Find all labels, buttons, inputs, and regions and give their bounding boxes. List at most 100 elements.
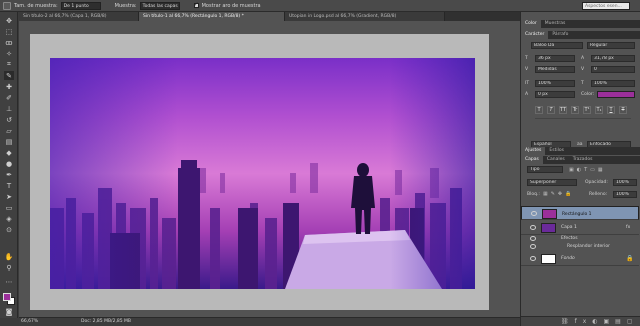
layers-panel-header: Capas Canales Trazados <box>521 156 640 164</box>
sample-label: Muestra: <box>114 2 137 9</box>
baseline-shift-field[interactable]: 0 px <box>535 91 575 98</box>
vertical-scale-icon: IT <box>525 81 530 86</box>
tab-character[interactable]: Carácter <box>521 31 549 39</box>
crop-tool-icon[interactable]: ⌗ <box>4 60 14 69</box>
quick-mask-icon[interactable]: ◙ <box>4 307 14 316</box>
filter-icons[interactable]: ▣◐T▭▦ <box>569 167 629 173</box>
photoshop-window: Tam. de muestra: De 1 punto Muestra: Tod… <box>0 0 640 326</box>
layer-thumbnail <box>542 209 557 219</box>
show-ring-checkbox[interactable] <box>193 1 199 8</box>
opentype-row <box>535 118 631 126</box>
blur-tool-icon[interactable]: ◆ <box>4 148 14 157</box>
brush-tool-icon[interactable]: ✐ <box>4 93 14 102</box>
visibility-eye-icon[interactable] <box>530 236 536 241</box>
3d-camera-tool-icon[interactable]: ⊙ <box>4 225 14 234</box>
visibility-eye-icon[interactable] <box>531 211 537 216</box>
layer-filter-select[interactable]: Tipo <box>527 166 563 173</box>
fx-icon[interactable]: fx <box>626 225 630 230</box>
visibility-eye-icon[interactable] <box>530 256 536 261</box>
font-size-field[interactable]: 36 px <box>535 55 575 62</box>
font-family-select[interactable]: Baloo Da <box>531 42 583 49</box>
history-brush-tool-icon[interactable]: ↺ <box>4 115 14 124</box>
font-style-select[interactable]: Regular <box>587 42 635 49</box>
tab-paragraph[interactable]: Párrafo <box>548 31 572 39</box>
zoom-tool-icon[interactable]: ⚲ <box>4 263 14 272</box>
color-panel-header: Color Muestras <box>521 20 640 28</box>
layer-row-rectangle-1[interactable]: Rectángulo 1 <box>521 206 639 220</box>
path-selection-tool-icon[interactable]: ➤ <box>4 192 14 201</box>
tracking-field[interactable]: 0 <box>591 66 635 73</box>
clone-stamp-tool-icon[interactable]: ⊥ <box>4 104 14 113</box>
visibility-eye-icon[interactable] <box>530 225 536 230</box>
city-sunset-artwork[interactable] <box>50 58 475 289</box>
fill-label: Relleno: <box>589 192 608 197</box>
superscript-button[interactable]: T¹ <box>583 106 591 114</box>
zoom-level[interactable]: 66,67% <box>21 318 38 326</box>
eyedropper-tool-icon[interactable]: ✎ <box>4 71 14 80</box>
tab-utopian-logo[interactable]: Utopian in Logo.psd al 66,7% (Gradient, … <box>285 12 445 21</box>
tab-styles[interactable]: Estilos <box>545 147 568 155</box>
faux-bold-button[interactable]: T <box>535 106 543 114</box>
layer-name: Fondo <box>561 256 575 261</box>
inner-glow-row[interactable]: Resplandor interior <box>521 243 639 251</box>
lasso-tool-icon[interactable]: ꝏ <box>4 38 14 47</box>
lock-label: Bloq.: <box>527 192 540 197</box>
lock-icons[interactable]: ▦✎✥🔒 <box>543 191 579 197</box>
tab-paths[interactable]: Trazados <box>569 156 597 164</box>
faux-italic-button[interactable]: T <box>547 106 555 114</box>
hand-tool-icon[interactable]: ✋ <box>4 252 14 261</box>
underline-button[interactable]: T <box>607 106 615 114</box>
tab-swatches[interactable]: Muestras <box>541 20 570 28</box>
effects-row[interactable]: Efectos <box>521 235 639 243</box>
eraser-tool-icon[interactable]: ▱ <box>4 126 14 135</box>
opacity-field[interactable]: 100% <box>613 179 637 186</box>
tab-label: Sin título-2 al 66,7% (Capa 1, RGB/8) <box>23 14 107 19</box>
tools-panel: ✥ ⬚ ꝏ ✧ ⌗ ✎ ✚ ✐ ⊥ ↺ ▱ ▤ ◆ ● ✒ T ➤ ▭ ◈ ⊙ … <box>0 12 18 318</box>
leading-field[interactable]: 31,78 px <box>591 55 635 62</box>
subscript-button[interactable]: T₁ <box>595 106 603 114</box>
eyedropper-tool-icon[interactable] <box>3 1 11 10</box>
tab-label: Utopian in Logo.psd al 66,7% (Gradient, … <box>289 14 397 19</box>
right-panel-dock: Color Muestras Carácter Párrafo Baloo Da… <box>520 12 640 326</box>
strikethrough-button[interactable]: T <box>619 106 627 114</box>
tab-color[interactable]: Color <box>521 20 541 28</box>
kerning-icon: V <box>525 67 529 72</box>
text-color-swatch[interactable] <box>597 91 635 98</box>
healing-brush-tool-icon[interactable]: ✚ <box>4 82 14 91</box>
move-tool-icon[interactable]: ✥ <box>4 16 14 25</box>
marquee-tool-icon[interactable]: ⬚ <box>4 27 14 36</box>
fill-field[interactable]: 100% <box>613 191 637 198</box>
type-tool-icon[interactable]: T <box>4 181 14 190</box>
options-bar: Tam. de muestra: De 1 punto Muestra: Tod… <box>0 0 640 12</box>
3d-tool-icon[interactable]: ◈ <box>4 214 14 223</box>
font-size-icon: T <box>525 56 528 61</box>
layer-row-capa-1[interactable]: Capa 1 fx <box>521 221 639 235</box>
show-ring-label: Mostrar aro de muestra <box>201 2 261 9</box>
gradient-tool-icon[interactable]: ▤ <box>4 137 14 146</box>
pen-tool-icon[interactable]: ✒ <box>4 170 14 179</box>
sample-size-select[interactable]: De 1 punto <box>60 1 101 10</box>
shape-tool-icon[interactable]: ▭ <box>4 203 14 212</box>
tab-channels[interactable]: Canales <box>543 156 569 164</box>
layers-footer-icons[interactable]: ⛓fx◐▣▤▢🗑 <box>521 316 640 326</box>
more-tools-icon[interactable]: ⋯ <box>4 277 14 286</box>
blend-mode-select[interactable]: Superponer <box>527 179 577 186</box>
all-caps-button[interactable]: TT <box>559 106 567 114</box>
vertical-scale-field[interactable]: 100% <box>535 80 575 87</box>
layer-row-background[interactable]: Fondo 🔒 <box>521 252 639 266</box>
foreground-color-swatch[interactable] <box>3 293 11 301</box>
magic-wand-tool-icon[interactable]: ✧ <box>4 49 14 58</box>
dodge-tool-icon[interactable]: ● <box>4 159 14 168</box>
sample-select[interactable]: Todas las capas <box>139 1 180 10</box>
layer-name: Capa 1 <box>561 225 577 230</box>
tab-layers[interactable]: Capas <box>521 156 543 164</box>
kerning-field[interactable]: Medidas <box>535 66 575 73</box>
workspace-search[interactable]: Aspectos esen... <box>582 2 630 10</box>
tab-adjustments[interactable]: Ajustes <box>521 147 546 155</box>
horizontal-scale-field[interactable]: 100% <box>591 80 635 87</box>
layer-thumbnail <box>541 223 556 233</box>
small-caps-button[interactable]: Tr <box>571 106 579 114</box>
tab-sin-titulo-2[interactable]: Sin título-2 al 66,7% (Capa 1, RGB/8) <box>19 12 139 21</box>
tab-sin-titulo-1[interactable]: Sin título-1 al 66,7% (Rectángulo 1, RGB… <box>139 12 285 21</box>
visibility-eye-icon[interactable] <box>530 244 536 249</box>
